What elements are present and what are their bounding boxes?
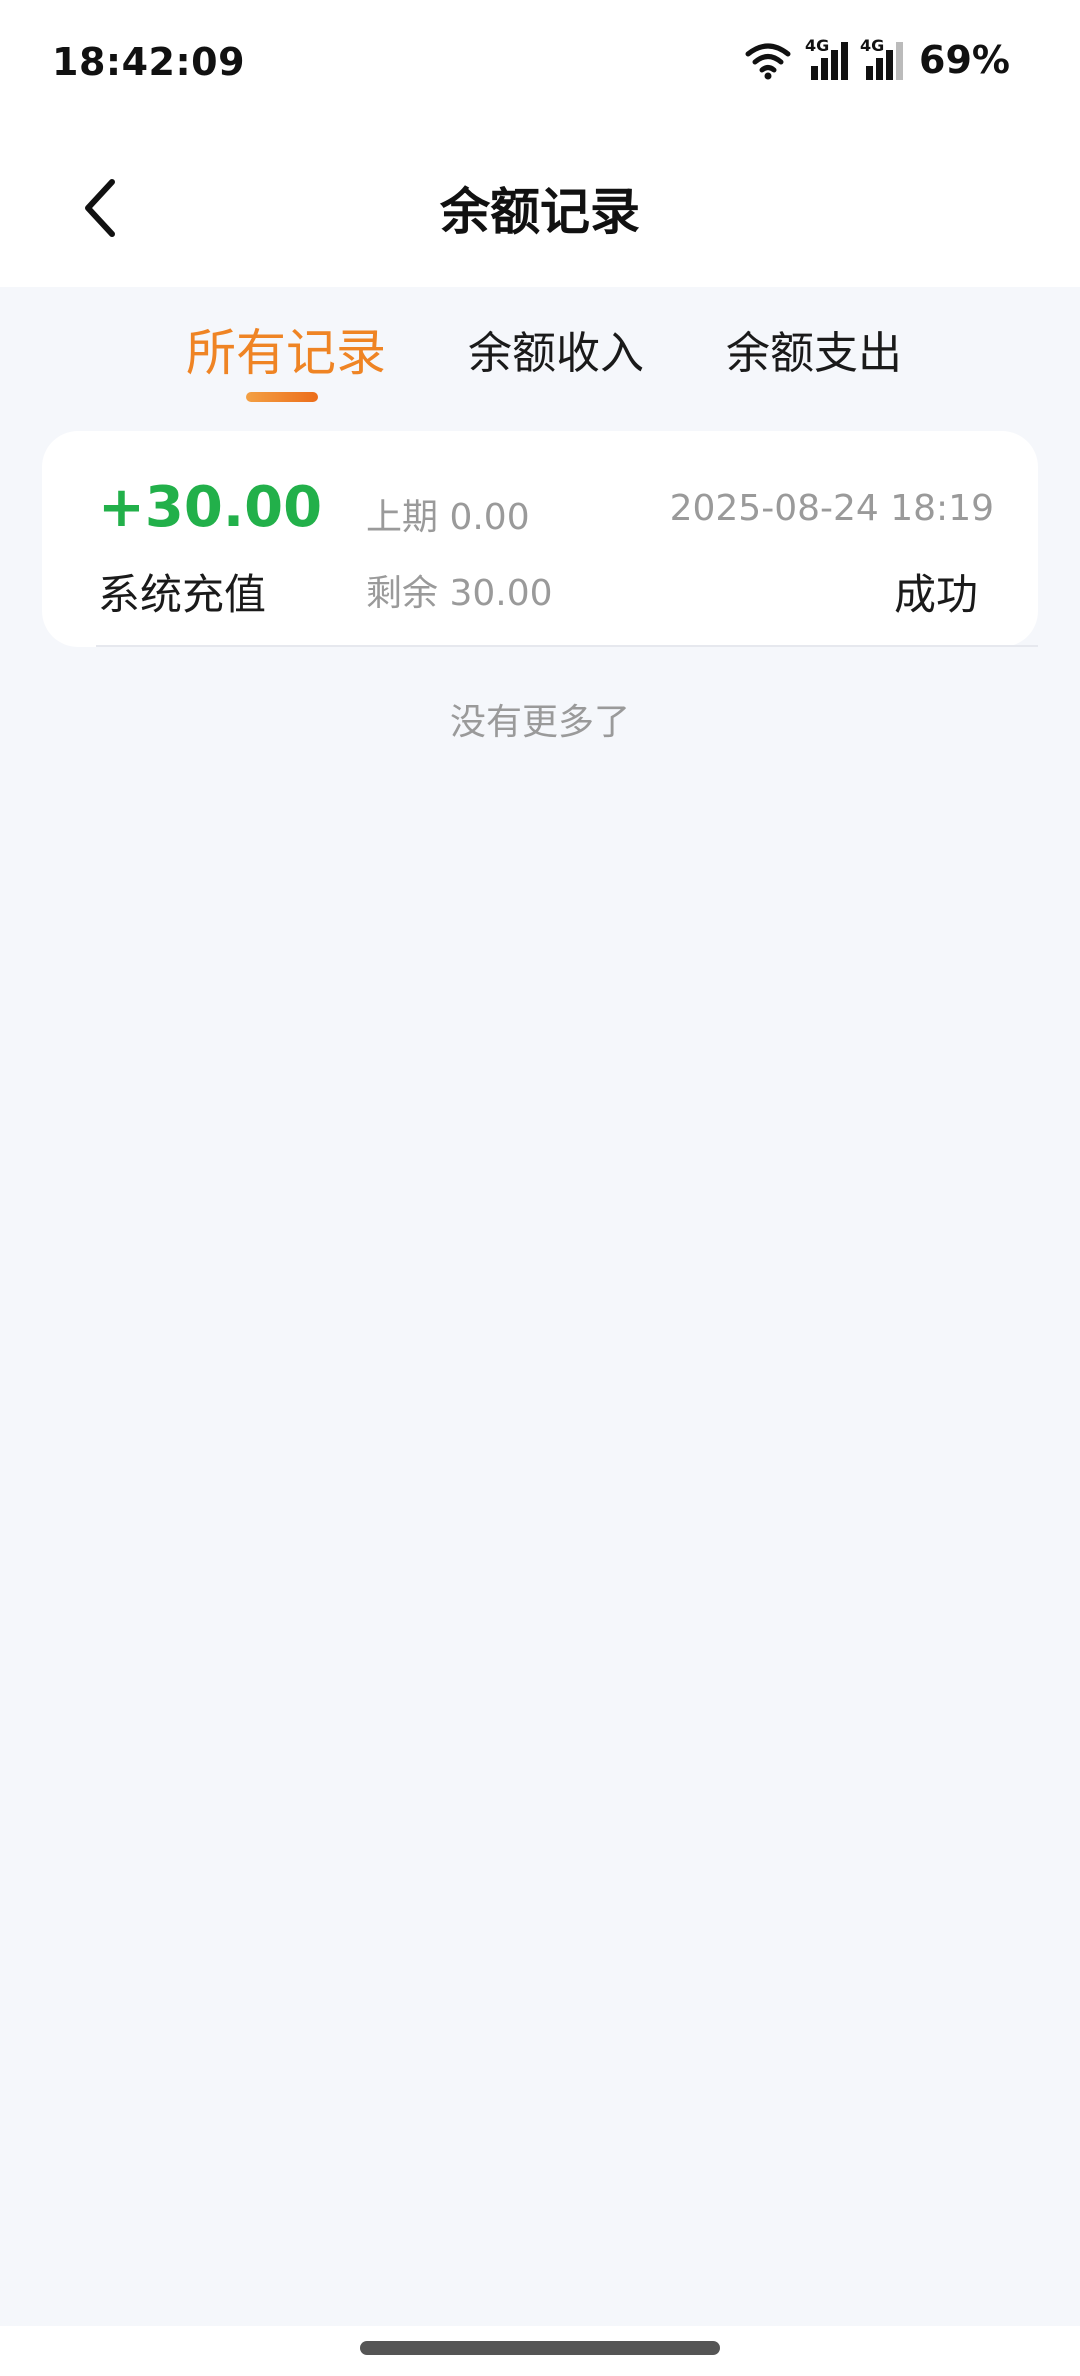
tab-balance-expense[interactable]: 余额支出: [726, 317, 902, 381]
record-tabs: 所有记录 余额收入 余额支出: [0, 287, 1080, 417]
header: 余额记录: [0, 130, 1080, 287]
active-tab-indicator: [246, 392, 318, 402]
signal-label-1: 4G: [805, 36, 830, 55]
list-end-text: 没有更多了: [449, 702, 630, 743]
signal-label-2: 4G: [860, 36, 885, 55]
record-remaining-balance: 剩余 30.00: [366, 573, 553, 614]
page-title: 余额记录: [440, 183, 640, 241]
record-status: 成功: [893, 570, 978, 619]
tab-all-records[interactable]: 所有记录: [186, 313, 386, 385]
record-description: 系统充值: [98, 570, 267, 619]
record-datetime: 2025-08-24 18:19: [669, 488, 994, 529]
signal-icon-2: 4G: [860, 36, 904, 80]
home-indicator[interactable]: [360, 2341, 720, 2355]
status-bar: 18:42:09 4G 4G 69%: [0, 0, 1080, 130]
status-icons: 4G 4G 69%: [743, 36, 1010, 82]
tab-balance-income[interactable]: 余额收入: [468, 317, 644, 381]
signal-icon-1: 4G: [805, 36, 849, 80]
divider: [96, 645, 1038, 647]
record-item[interactable]: +30.00 系统充值 上期 0.00 剩余 30.00 2025-08-24 …: [42, 431, 1038, 647]
record-amount: +30.00: [98, 475, 323, 540]
record-previous-balance: 上期 0.00: [366, 497, 530, 538]
wifi-icon: [745, 43, 791, 80]
battery-level: 69%: [919, 38, 1010, 82]
status-time: 18:42:09: [52, 40, 246, 84]
